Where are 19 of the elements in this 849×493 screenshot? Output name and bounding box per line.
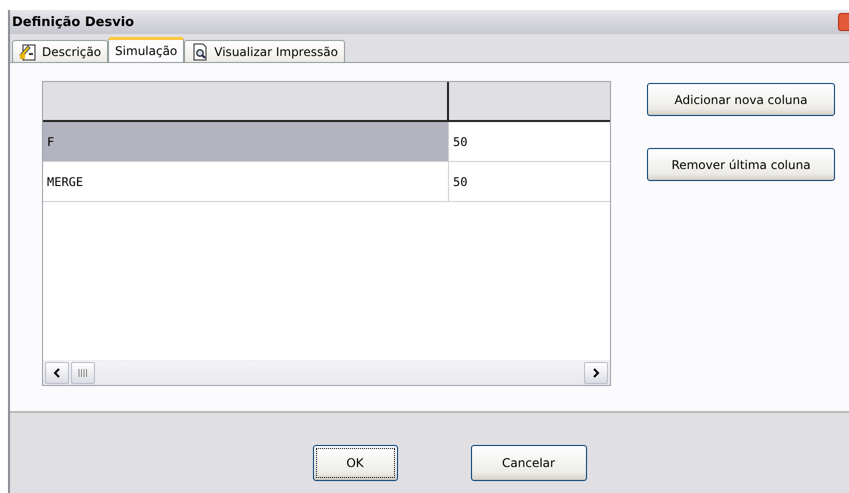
button[interactable]: Adicionar nova coluna xyxy=(647,83,835,116)
table-cell[interactable]: 50 xyxy=(449,122,610,161)
tab[interactable]: Simulação xyxy=(108,37,184,62)
tab[interactable]: Descrição xyxy=(12,40,108,62)
button[interactable]: OK xyxy=(312,445,398,481)
button[interactable]: Cancelar xyxy=(470,445,586,481)
table-cell[interactable]: 50 xyxy=(449,162,610,201)
horizontal-scrollbar[interactable] xyxy=(43,360,610,385)
close-button[interactable] xyxy=(838,13,849,31)
scroll-left-icon[interactable] xyxy=(45,362,69,384)
tab[interactable]: Visualizar Impressão xyxy=(184,40,345,62)
button[interactable]: Remover última coluna xyxy=(647,148,835,181)
table-cell[interactable]: F xyxy=(43,122,449,161)
document-pencil-icon xyxy=(19,42,37,60)
scroll-right-icon[interactable] xyxy=(584,362,608,384)
scroll-thumb[interactable] xyxy=(71,362,95,384)
magnifier-page-icon xyxy=(191,42,210,60)
window-title: Definição Desvio xyxy=(12,14,134,30)
table-cell[interactable]: MERGE xyxy=(43,162,449,201)
